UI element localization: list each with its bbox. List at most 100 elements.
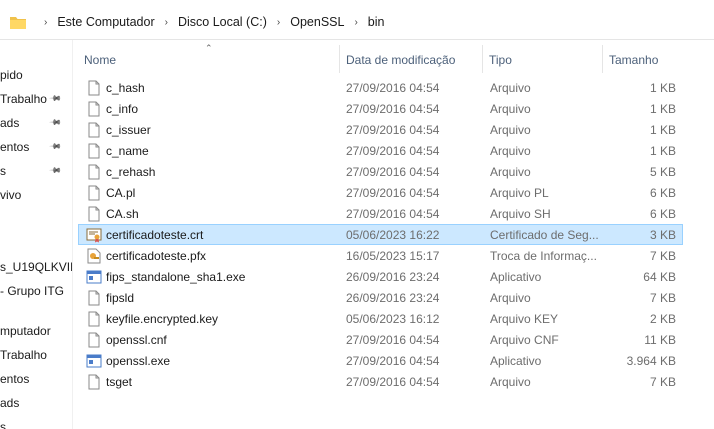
file-size: 1 KB	[649, 123, 676, 137]
nav-item[interactable]: entos 📌	[0, 136, 62, 158]
nav-item[interactable]: ads 📌	[0, 112, 62, 134]
nav-item[interactable]: - Grupo ITG	[0, 280, 64, 302]
file-size: 3.964 KB	[626, 354, 676, 368]
nav-item[interactable]: Trabalho 📌	[0, 88, 62, 110]
chevron-right-icon[interactable]: ›	[269, 17, 288, 28]
file-size: 6 KB	[649, 186, 676, 200]
file-name: certificadoteste.crt	[106, 228, 204, 242]
chevron-right-icon[interactable]: ›	[346, 17, 365, 28]
file-date: 27/09/2016 04:54	[346, 186, 440, 200]
file-date: 27/09/2016 04:54	[346, 144, 440, 158]
file-row[interactable]: c_issuer 27/09/2016 04:54 Arquivo 1 KB	[78, 119, 683, 140]
pin-icon: 📌	[48, 139, 63, 154]
file-row[interactable]: keyfile.encrypted.key 05/06/2023 16:12 Arq…	[78, 308, 683, 329]
nav-item[interactable]: vivo	[0, 184, 21, 206]
breadcrumb-item[interactable]: OpenSSL	[288, 15, 346, 29]
navigation-pane: pido Trabalho 📌 ads 📌 entos 📌 s 📌 vivo s_U19QLKVII…	[0, 40, 73, 429]
pin-icon: 📌	[48, 115, 63, 130]
nav-item[interactable]: s_U19QLKVII	[0, 256, 72, 278]
file-size: 1 KB	[649, 81, 676, 95]
file-row[interactable]: CA.pl 27/09/2016 04:54 Arquivo PL 6 KB	[78, 182, 683, 203]
nav-item[interactable]: s 📌	[0, 160, 62, 182]
file-icon	[86, 143, 102, 159]
file-row[interactable]: certificadoteste.pfx 16/05/2023 15:17 Troc…	[78, 245, 683, 266]
file-row[interactable]: c_info 27/09/2016 04:54 Arquivo 1 KB	[78, 98, 683, 119]
column-header-name[interactable]: Nome	[78, 45, 340, 73]
nav-item[interactable]: Trabalho	[0, 344, 47, 366]
column-header-size[interactable]: Tamanho	[603, 45, 683, 73]
file-date: 27/09/2016 04:54	[346, 102, 440, 116]
column-header-date[interactable]: Data de modificação	[340, 45, 483, 73]
file-row[interactable]: CA.sh 27/09/2016 04:54 Arquivo SH 6 KB	[78, 203, 683, 224]
file-icon	[86, 374, 102, 390]
file-name: c_hash	[106, 81, 145, 95]
file-size: 2 KB	[649, 312, 676, 326]
file-name: CA.pl	[106, 186, 136, 200]
nav-item[interactable]: ads	[0, 392, 19, 414]
nav-item[interactable]: pido	[0, 64, 23, 86]
nav-item-label: s	[0, 420, 6, 429]
file-row[interactable]: openssl.exe 27/09/2016 04:54 Aplicativo 3.9…	[78, 350, 683, 371]
address-bar[interactable]: › Este Computador › Disco Local (C:) › OpenSS…	[0, 6, 714, 40]
nav-item-label: Trabalho	[0, 92, 47, 106]
breadcrumb: › Este Computador › Disco Local (C:) › OpenSS…	[10, 9, 714, 35]
breadcrumb-item[interactable]: Disco Local (C:)	[176, 15, 269, 29]
file-name: keyfile.encrypted.key	[106, 312, 219, 326]
file-date: 27/09/2016 04:54	[346, 354, 440, 368]
file-name: openssl.cnf	[106, 333, 167, 347]
file-name: openssl.exe	[106, 354, 171, 368]
file-size: 3 KB	[649, 228, 676, 242]
column-header-type[interactable]: Tipo	[483, 45, 603, 73]
chevron-right-icon[interactable]: ›	[36, 17, 55, 28]
file-icon	[86, 332, 102, 348]
pin-icon: 📌	[48, 163, 63, 178]
chevron-right-icon[interactable]: ›	[157, 17, 176, 28]
file-row[interactable]: certificadoteste.crt 05/06/2023 16:22 Cert…	[78, 224, 683, 245]
file-row[interactable]: c_hash 27/09/2016 04:54 Arquivo 1 KB	[78, 77, 683, 98]
file-name: fipsld	[106, 291, 135, 305]
file-type: Troca de Informaç...	[490, 249, 597, 263]
file-name: fips_standalone_sha1.exe	[106, 270, 246, 284]
certificate-icon	[86, 227, 102, 243]
file-type: Arquivo	[490, 102, 531, 116]
file-type: Arquivo	[490, 144, 531, 158]
breadcrumb-item[interactable]: Este Computador	[55, 15, 156, 29]
file-row[interactable]: fipsld 26/09/2016 23:24 Arquivo 7 KB	[78, 287, 683, 308]
file-row[interactable]: openssl.cnf 27/09/2016 04:54 Arquivo CNF 11…	[78, 329, 683, 350]
file-icon	[86, 122, 102, 138]
file-name: c_issuer	[106, 123, 151, 137]
file-row[interactable]: tsget 27/09/2016 04:54 Arquivo 7 KB	[78, 371, 683, 392]
file-row[interactable]: c_name 27/09/2016 04:54 Arquivo 1 KB	[78, 140, 683, 161]
file-date: 27/09/2016 04:54	[346, 375, 440, 389]
file-date: 27/09/2016 04:54	[346, 207, 440, 221]
file-type: Arquivo KEY	[490, 312, 559, 326]
nav-item-label: ads	[0, 396, 20, 410]
nav-item[interactable]: s	[0, 416, 6, 429]
file-size: 6 KB	[649, 207, 676, 221]
nav-item[interactable]: entos	[0, 368, 29, 390]
file-date: 26/09/2016 23:24	[346, 291, 440, 305]
file-date: 05/06/2023 16:12	[346, 312, 440, 326]
file-date: 27/09/2016 04:54	[346, 123, 440, 137]
nav-item-label: entos	[0, 140, 30, 154]
file-size: 7 KB	[649, 375, 676, 389]
file-icon	[86, 185, 102, 201]
nav-item-label: pido	[0, 68, 23, 82]
nav-item-label: vivo	[0, 188, 22, 202]
file-icon	[86, 311, 102, 327]
file-icon	[86, 206, 102, 222]
file-row[interactable]: c_rehash 27/09/2016 04:54 Arquivo 5 KB	[78, 161, 683, 182]
exe-icon	[86, 353, 102, 369]
file-date: 27/09/2016 04:54	[346, 333, 440, 347]
file-row[interactable]: fips_standalone_sha1.exe 26/09/2016 23:24…	[78, 266, 683, 287]
file-name: tsget	[106, 375, 133, 389]
file-icon	[86, 80, 102, 96]
file-date: 27/09/2016 04:54	[346, 165, 440, 179]
file-type: Arquivo	[490, 375, 531, 389]
breadcrumb-item[interactable]: bin	[366, 15, 387, 29]
file-date: 16/05/2023 15:17	[346, 249, 440, 263]
exe-icon	[86, 269, 102, 285]
file-name: c_name	[106, 144, 149, 158]
file-list: c_hash 27/09/2016 04:54 Arquivo 1 KB c_info 2…	[78, 77, 683, 392]
nav-item[interactable]: mputador	[0, 320, 51, 342]
